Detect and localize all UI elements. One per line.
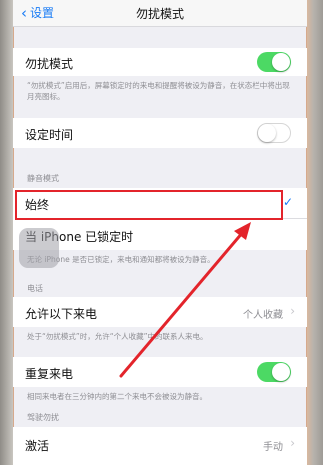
annotation-arrow xyxy=(119,222,251,378)
settings-screen: ‹ 设置 勿扰模式 勿扰模式 “勿扰模式”启用后，屏幕锁定时的来电和提醒将被设为… xyxy=(13,0,307,465)
device-bezel-left xyxy=(0,0,13,465)
device-bezel-right xyxy=(307,0,323,465)
